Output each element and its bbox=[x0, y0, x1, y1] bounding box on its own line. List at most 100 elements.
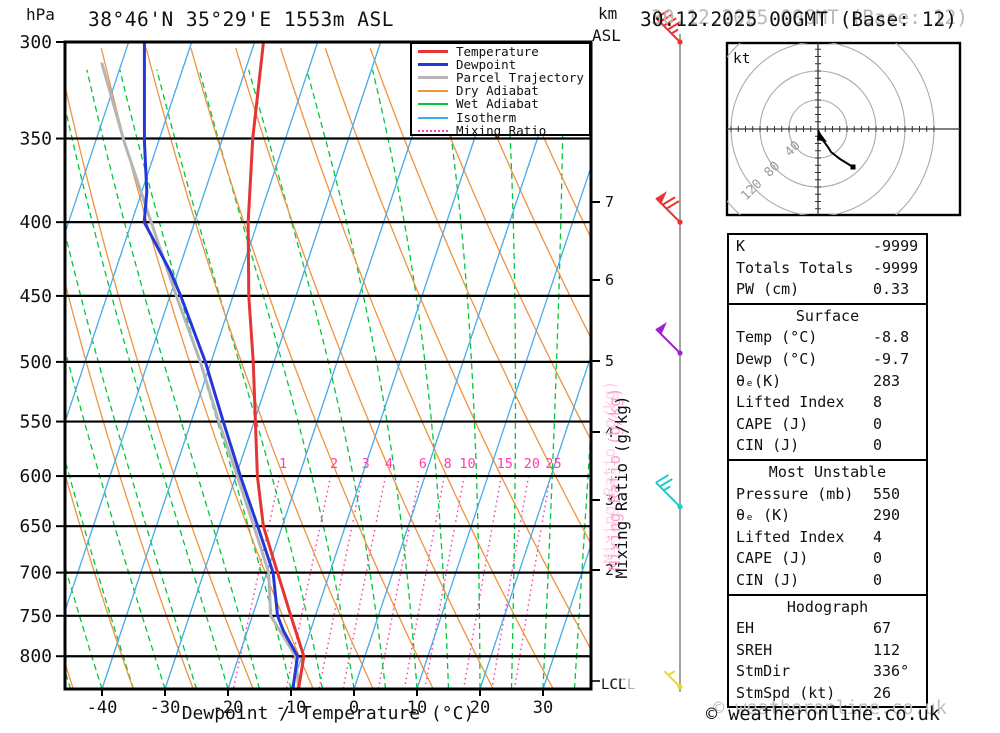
table-row-label: Lifted Index bbox=[736, 527, 845, 546]
pressure-tick-label: 550 bbox=[19, 412, 52, 433]
table-row-value: 283 bbox=[873, 371, 901, 390]
table-section-title: Surface bbox=[795, 306, 860, 325]
table-row: K -9999 bbox=[729, 236, 926, 258]
pressure-tick-label: 450 bbox=[19, 286, 52, 307]
wet-adiabat-line bbox=[606, 70, 657, 689]
legend-swatch-solid bbox=[418, 103, 448, 106]
legend-item-label: Isotherm bbox=[456, 109, 517, 125]
wet-adiabat-line bbox=[65, 564, 103, 689]
wind-barb bbox=[655, 191, 683, 225]
table-row-value: 0.33 bbox=[873, 280, 910, 299]
legend-item-label: Dewpoint bbox=[456, 56, 517, 72]
mixing-ratio-labels: 1 2 3 4 6 8 10 15 20 25 Mixing Ratio (g/kg)Mixing … bbox=[279, 380, 631, 578]
legend: Temperature Dewpoint Parcel Trajectory Dry … bbox=[410, 42, 591, 136]
legend-swatch-solid bbox=[418, 63, 448, 67]
run-date-text: 30.12.2025 00GMT (Base: 12) bbox=[640, 8, 957, 31]
table-row: EH 67 bbox=[729, 618, 926, 640]
table-row-value: -9999 bbox=[873, 237, 919, 255]
table-row-value: -9999 bbox=[873, 258, 919, 277]
pressure-tick-label: 750 bbox=[19, 606, 52, 627]
pressure-tick-label: 650 bbox=[19, 516, 52, 537]
table-row: θₑ (K) 290 bbox=[729, 505, 926, 527]
table-row-label: Totals Totals bbox=[736, 258, 854, 277]
legend-item-label: Dry Adiabat bbox=[456, 83, 539, 99]
pressure-tick-label: 500 bbox=[19, 352, 52, 373]
altitude-tick-label: 6 bbox=[605, 271, 614, 289]
legend-item-label: Temperature bbox=[456, 43, 539, 59]
dry-adiabat-line bbox=[0, 48, 13, 689]
hodograph-trace-end-marker bbox=[850, 164, 856, 170]
table-section-title: Hodograph bbox=[786, 597, 869, 616]
wet-adiabat-line bbox=[65, 457, 135, 689]
table-row-label: StmDir bbox=[736, 662, 791, 681]
mixing-ratio-value-label: 15 bbox=[497, 456, 513, 472]
table-row-label: EH bbox=[736, 619, 755, 638]
table-row-label: CIN (J) bbox=[736, 570, 800, 589]
skewt-page: 300 350 400 450 500 550 600 650 700 750 800 -40 -30-… bbox=[0, 0, 1000, 733]
copyright-text: © weatheronline.co.uk bbox=[706, 704, 940, 725]
pressure-tick-label: 700 bbox=[19, 563, 52, 584]
pressure-tick-label: 800 bbox=[19, 646, 52, 667]
table-row-value: 0 bbox=[873, 570, 883, 589]
table-row-label: PW (cm) bbox=[736, 280, 800, 299]
table-row-label: Dewp (°C) bbox=[736, 349, 818, 368]
wet-adiabat-line bbox=[371, 69, 450, 689]
wet-adiabat-line bbox=[86, 69, 261, 689]
table-row-label: K bbox=[736, 237, 746, 255]
wet-adiabat-line bbox=[65, 668, 72, 689]
altitude-tick-label: 7 bbox=[605, 193, 614, 211]
wet-adiabat-line bbox=[0, 70, 39, 689]
mixing-ratio-value-label: 2 bbox=[330, 456, 338, 472]
wet-adiabat-line bbox=[306, 69, 418, 689]
table-row-label: θₑ (K) bbox=[736, 506, 791, 525]
dry-adiabat-line bbox=[324, 48, 591, 651]
table-row-value: 112 bbox=[873, 640, 901, 659]
table-row-value: 290 bbox=[873, 506, 901, 525]
table-row-label: Temp (°C) bbox=[736, 328, 818, 347]
mixing-ratio-axis-label: Mixing Ratio (g/kg) bbox=[612, 395, 631, 578]
pressure-tick-label: 350 bbox=[19, 129, 52, 150]
table-row-label: SREH bbox=[736, 640, 773, 659]
mixing-ratio-value-label: 6 bbox=[419, 456, 427, 472]
table-row-value: -9.7 bbox=[873, 349, 910, 368]
hodograph: 4080120kt bbox=[725, 41, 962, 217]
wind-barb bbox=[655, 474, 683, 510]
dry-adiabat-line bbox=[414, 47, 591, 442]
table-row: CIN (J) 0 bbox=[729, 570, 926, 592]
indices-table: K -9999 Totals Totals -9999 PW (cm) 0.33 Surfa… bbox=[727, 233, 928, 709]
table-row-value: 4 bbox=[873, 527, 883, 546]
table-row-label: Pressure (mb) bbox=[736, 484, 854, 503]
legend-item-label: Wet Adiabat bbox=[456, 96, 539, 112]
table-section: Surface Temp (°C) -8.8 Dewp (°C) -9.7 θₑ(K) 28… bbox=[729, 302, 926, 459]
temperature-axis-label: Dewpoint / Temperature (°C) bbox=[181, 703, 475, 724]
table-row: SREH 112 bbox=[729, 640, 926, 662]
table-row: PW (cm) 0.33 bbox=[729, 279, 926, 301]
legend-item: Mixing Ratio bbox=[418, 124, 589, 137]
mixing-ratio-value-label: 10 bbox=[459, 456, 475, 472]
table-section: Most Unstable Pressure (mb) 550 θₑ (K) 290 Li… bbox=[729, 458, 926, 594]
legend-swatch-dotted bbox=[418, 129, 448, 132]
wet-adiabat-line bbox=[156, 69, 324, 689]
wet-adiabat-line bbox=[573, 419, 591, 689]
table-row-label: CAPE (J) bbox=[736, 414, 809, 433]
legend-swatch-solid bbox=[418, 50, 448, 54]
page-title: 38°46'N 35°29'E 1553m ASL bbox=[88, 8, 394, 31]
table-row-value: -8.8 bbox=[873, 328, 910, 347]
table-row-label: CIN (J) bbox=[736, 436, 800, 455]
table-section: K -9999 Totals Totals -9999 PW (cm) 0.33 bbox=[729, 235, 926, 303]
table-row-value: 550 bbox=[873, 484, 901, 503]
table-row: Temp (°C) -8.8 bbox=[729, 327, 926, 349]
table-row-label: Lifted Index bbox=[736, 393, 845, 412]
lcl-label: LCL bbox=[601, 677, 626, 693]
table-row-label: CAPE (J) bbox=[736, 549, 809, 568]
wet-adiabat-line bbox=[0, 70, 8, 689]
table-row-value: 67 bbox=[873, 619, 892, 638]
wind-barb-staff bbox=[655, 9, 683, 692]
mixing-ratio-value-label: 20 bbox=[524, 456, 540, 472]
table-row: StmDir 336° bbox=[729, 661, 926, 683]
copyright: © weatheronline.co.uk © weatheronline.co… bbox=[706, 698, 996, 730]
wet-adiabat-line bbox=[65, 230, 198, 689]
dry-adiabat-line bbox=[65, 83, 254, 689]
legend-item-label: Mixing Ratio bbox=[456, 122, 547, 138]
pressure-tick-label: 400 bbox=[19, 212, 52, 233]
